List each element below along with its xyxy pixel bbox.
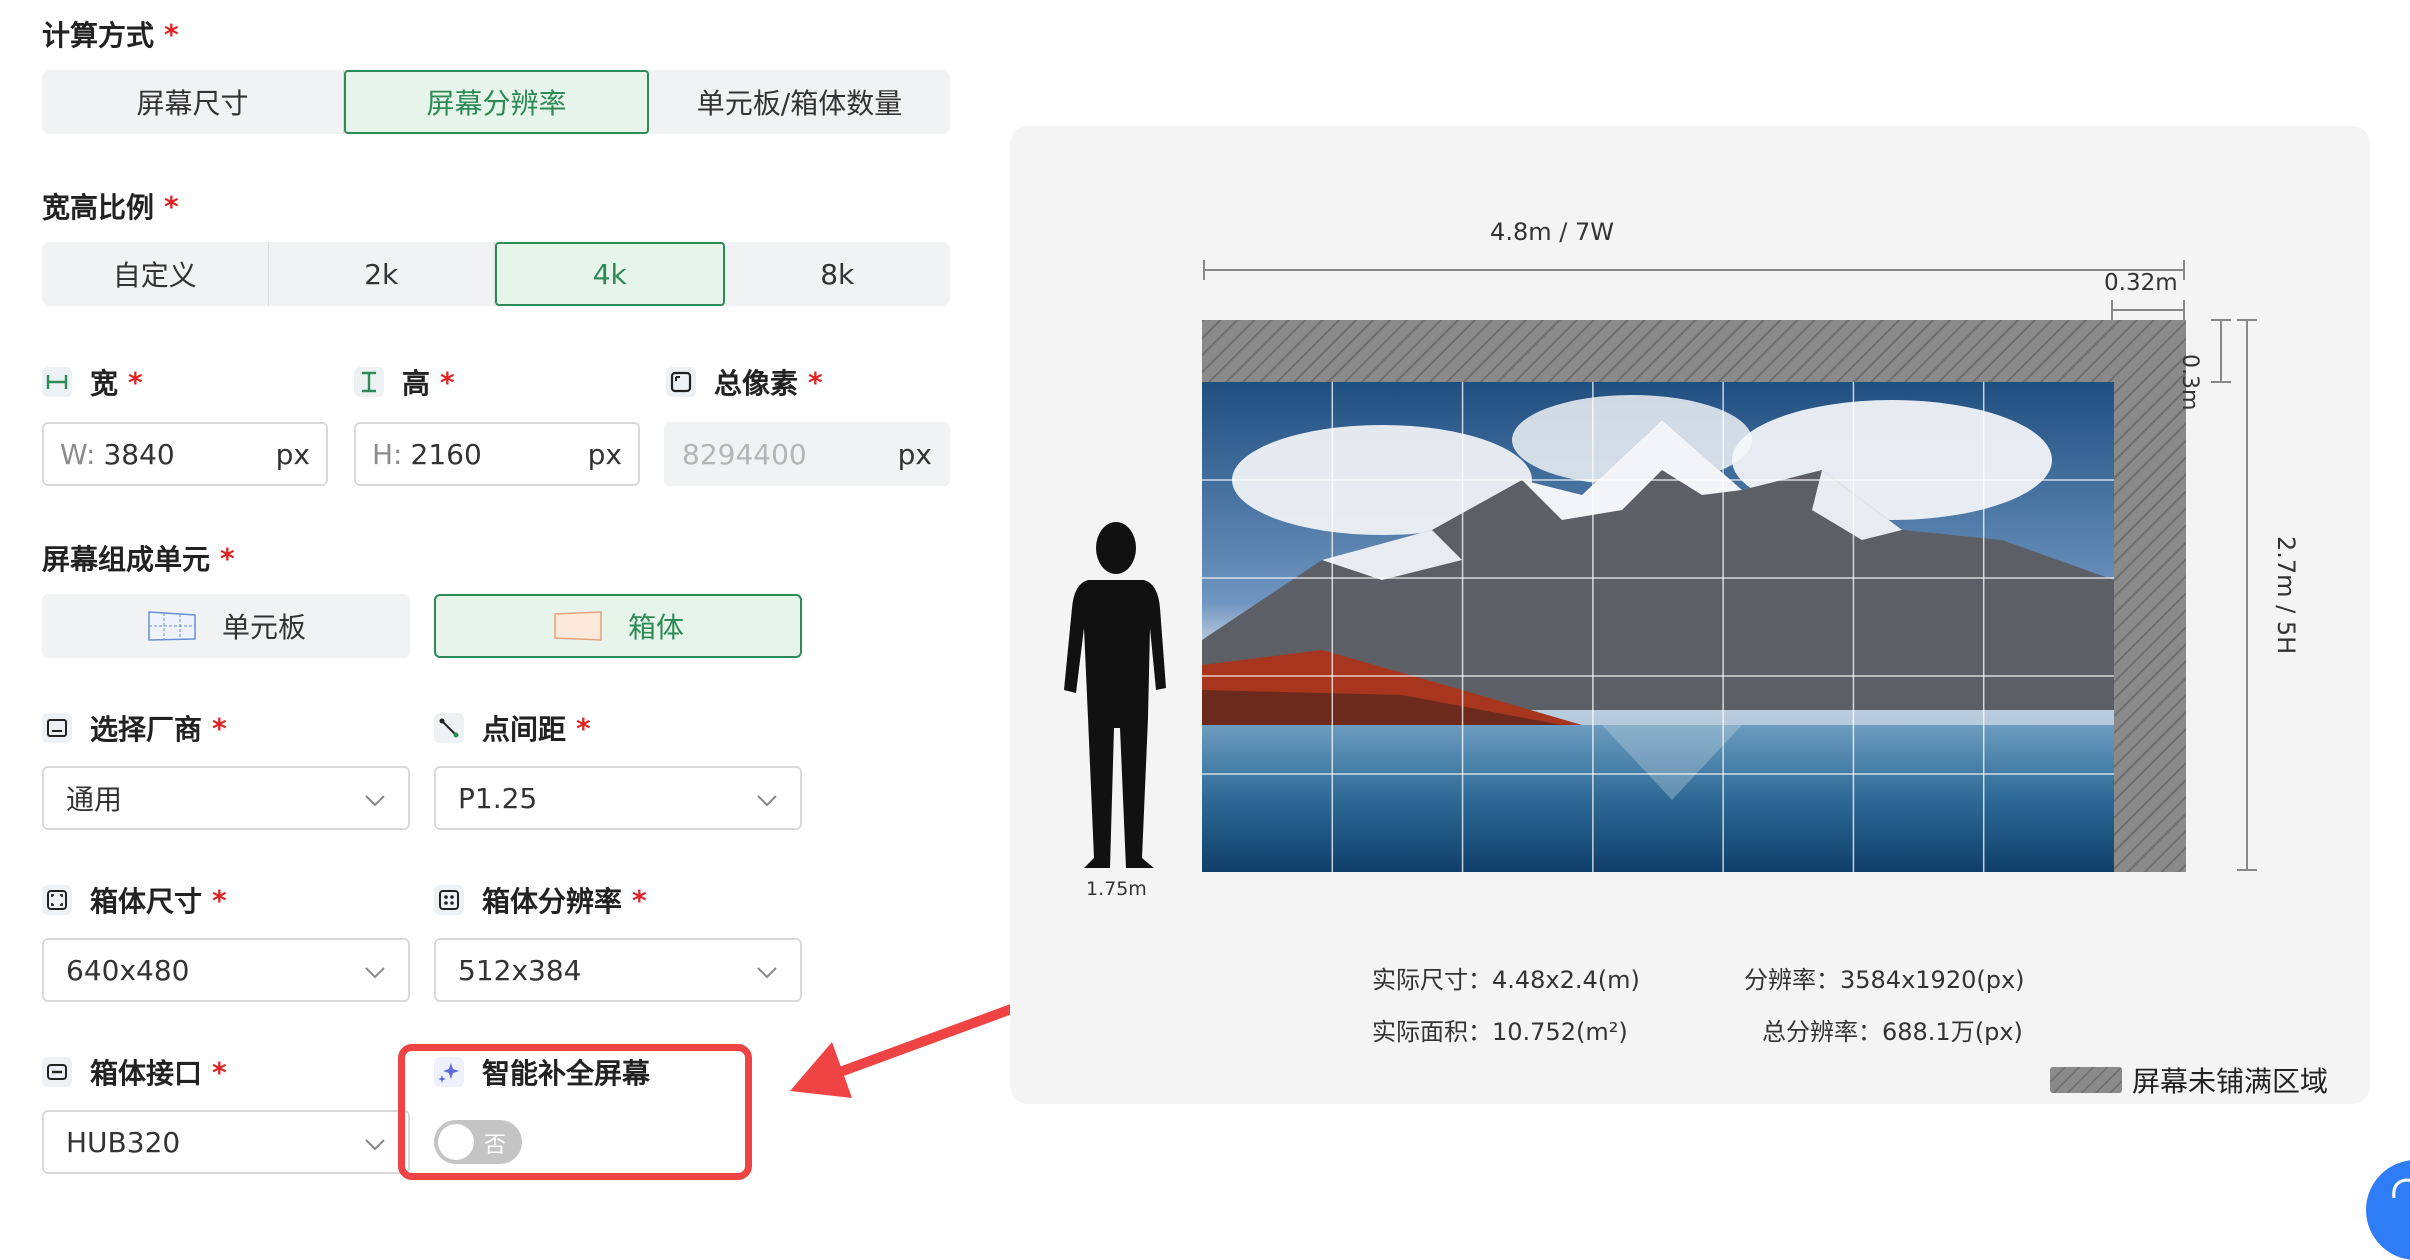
top-dimension-line <box>1203 260 2185 280</box>
interface-value: HUB320 <box>66 1125 181 1159</box>
height-input[interactable]: H: 2160 px <box>354 422 640 486</box>
ratio-option-custom[interactable]: 自定义 <box>42 242 269 306</box>
width-label: 宽 * <box>42 362 143 402</box>
chevron-down-icon <box>364 1126 386 1159</box>
pitch-label: 点间距 * <box>434 708 591 748</box>
cabinet-res-icon <box>434 885 464 915</box>
top-dimension-label: 4.8m / 7W <box>1490 218 1614 246</box>
ratio-segmented: 自定义 2k 4k 8k <box>42 242 950 306</box>
cabinet-size-icon <box>42 885 72 915</box>
person-silhouette-icon <box>1064 522 1166 868</box>
pixels-value: 8294400 <box>682 437 807 471</box>
top-gap-label: 0.3m <box>2177 354 2202 411</box>
calc-option-screen-size[interactable]: 屏幕尺寸 <box>42 70 344 134</box>
cabinet-res-label: 箱体分辨率 * <box>434 880 647 920</box>
cabinet-size-value: 640x480 <box>66 953 190 987</box>
cabinet-size-label: 箱体尺寸 * <box>42 880 227 920</box>
chevron-down-icon <box>756 782 778 815</box>
calc-option-resolution[interactable]: 屏幕分辨率 <box>344 70 649 134</box>
width-unit: px <box>275 437 310 471</box>
calc-segmented: 屏幕尺寸 屏幕分辨率 单元板/箱体数量 <box>42 70 950 134</box>
vendor-label: 选择厂商 * <box>42 708 227 748</box>
calc-option-count[interactable]: 单元板/箱体数量 <box>649 70 950 134</box>
annotation-box <box>398 1044 752 1180</box>
pixels-icon <box>666 367 696 397</box>
chat-icon <box>2392 1178 2410 1199</box>
pitch-select[interactable]: P1.25 <box>434 766 802 830</box>
pixels-unit: px <box>897 437 932 471</box>
pitch-icon <box>434 713 464 743</box>
preview-panel: 4.8m / 7W 0.32m 0.3m 2.7m / 5H 1.75m 实际尺… <box>1010 126 2370 1104</box>
stat-total-resolution: 总分辨率：688.1万(px) <box>1762 1018 2023 1046</box>
interface-icon <box>42 1057 72 1087</box>
unit-option-cabinet-label: 箱体 <box>627 611 684 644</box>
stat-resolution: 分辨率：3584x1920(px) <box>1744 966 2025 994</box>
panel-icon <box>146 609 198 643</box>
cabinet-icon <box>552 609 604 643</box>
floating-help-button[interactable] <box>2366 1160 2410 1260</box>
width-input[interactable]: W: 3840 px <box>42 422 328 486</box>
cabinet-size-select[interactable]: 640x480 <box>42 938 410 1002</box>
unit-option-cabinet[interactable]: 箱体 <box>434 594 802 658</box>
side-dimension-label: 2.7m / 5H <box>2272 536 2300 655</box>
screen-preview <box>1202 320 2186 872</box>
width-icon <box>42 367 72 397</box>
ratio-option-2k[interactable]: 2k <box>269 242 495 306</box>
unit-option-panel[interactable]: 单元板 <box>42 594 410 658</box>
interface-select[interactable]: HUB320 <box>42 1110 410 1174</box>
right-gap-label: 0.32m <box>2104 270 2178 296</box>
ratio-option-4k[interactable]: 4k <box>495 242 725 306</box>
chevron-down-icon <box>364 954 386 987</box>
height-value: 2160 <box>410 437 482 471</box>
height-unit: px <box>587 437 622 471</box>
interface-label: 箱体接口 * <box>42 1052 227 1092</box>
stat-actual-area: 实际面积：10.752(m²) <box>1372 1018 1628 1046</box>
side-dimension-line <box>2237 319 2257 871</box>
legend: 屏幕未铺满区域 <box>2050 1060 2328 1100</box>
landscape-image <box>1202 382 2114 872</box>
pixels-input: 8294400 px <box>664 422 950 486</box>
vendor-select[interactable]: 通用 <box>42 766 410 830</box>
height-prefix: H: <box>372 437 403 471</box>
vendor-icon <box>42 713 72 743</box>
pitch-value: P1.25 <box>458 781 538 815</box>
cabinet-res-select[interactable]: 512x384 <box>434 938 802 1002</box>
width-prefix: W: <box>60 437 96 471</box>
unit-label: 屏幕组成单元 * <box>42 541 235 577</box>
person-height-label: 1.75m <box>1086 878 1147 900</box>
height-icon <box>354 367 384 397</box>
stat-actual-size: 实际尺寸：4.48x2.4(m) <box>1372 966 1640 994</box>
legend-label: 屏幕未铺满区域 <box>2132 1065 2329 1098</box>
ratio-option-8k[interactable]: 8k <box>725 242 951 306</box>
cabinet-res-value: 512x384 <box>458 953 582 987</box>
unit-option-panel-label: 单元板 <box>221 611 306 644</box>
chevron-down-icon <box>364 782 386 815</box>
ratio-label: 宽高比例 * <box>42 189 179 225</box>
width-value: 3840 <box>103 437 175 471</box>
legend-swatch <box>2050 1067 2122 1093</box>
vendor-value: 通用 <box>66 783 123 816</box>
pixels-label: 总像素 * <box>666 362 823 402</box>
height-label: 高 * <box>354 362 455 402</box>
calc-label: 计算方式 * <box>42 17 179 53</box>
